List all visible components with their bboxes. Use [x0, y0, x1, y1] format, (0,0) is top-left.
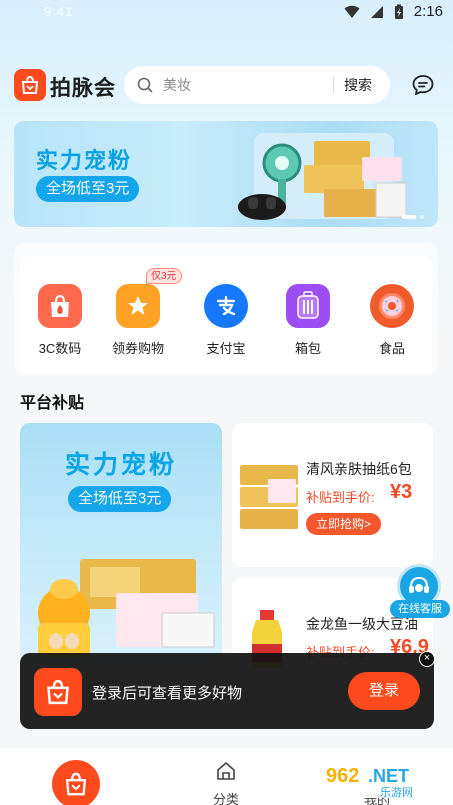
svg-text:962: 962: [326, 765, 359, 787]
banner-pagination: [402, 215, 424, 219]
online-service-button[interactable]: 在线客服: [390, 564, 452, 620]
svg-text:.NET: .NET: [368, 766, 409, 786]
category-label: 支付宝: [206, 341, 246, 356]
online-service-label: 在线客服: [390, 600, 450, 618]
banner-dot: [420, 215, 424, 219]
search-input[interactable]: 美妆: [163, 75, 333, 95]
signal-icon: [370, 5, 383, 18]
category-item-alipay[interactable]: 支付宝: [196, 284, 256, 357]
tissue-product-image: [240, 465, 298, 529]
luggage-icon: [286, 284, 330, 328]
status-time: 2:16: [413, 3, 443, 20]
nav-home-button[interactable]: [52, 760, 100, 805]
bag-logo-icon: [65, 772, 87, 796]
banner-dot-active: [402, 215, 416, 219]
login-button[interactable]: 登录: [348, 672, 420, 710]
bag-logo-icon: [34, 668, 82, 716]
status-bar: 9:41 2:16: [0, 0, 453, 26]
banner-subtitle: 全场低至3元: [36, 176, 140, 202]
promo-banner[interactable]: 实力宠粉 全场低至3元: [14, 121, 438, 227]
promo-subtitle: 全场低至3元: [68, 486, 172, 512]
product-card[interactable]: 清风亲肤抽纸6包 补贴到手价: ¥3 立即抢购>: [232, 423, 433, 567]
alipay-icon: [204, 284, 248, 328]
product-name: 清风亲肤抽纸6包: [306, 461, 412, 477]
promo-card[interactable]: 实力宠粉 全场低至3元: [20, 423, 222, 663]
category-label: 领券购物: [111, 341, 164, 356]
site-watermark: 962 .NET 乐游网: [318, 760, 450, 799]
shopping-bag-fire-icon: [38, 284, 82, 328]
ghost-time: 9:41: [44, 4, 74, 19]
svg-text:乐游网: 乐游网: [380, 786, 413, 799]
battery-icon: [394, 4, 403, 19]
category-item-food[interactable]: 食品: [362, 284, 422, 357]
star-coupon-icon: [116, 284, 160, 328]
promo-title: 实力宠粉: [64, 451, 177, 479]
promo-products-image: [38, 559, 215, 657]
close-icon[interactable]: ×: [419, 651, 435, 667]
search-icon: [137, 77, 153, 93]
price-label: 补贴到手价:: [306, 490, 375, 505]
section-title: 平台补贴: [20, 395, 85, 412]
category-label: 箱包: [294, 341, 321, 356]
nav-category-label: 分类: [212, 792, 239, 805]
product-price: ¥3: [390, 481, 413, 503]
wifi-icon: [344, 5, 360, 18]
nav-category-button[interactable]: 分类: [204, 760, 248, 805]
category-label: 食品: [378, 341, 405, 356]
banner-products-image: [238, 133, 407, 220]
category-item-luggage[interactable]: 箱包: [278, 284, 338, 357]
category-badge: 仅3元: [146, 268, 182, 284]
home-outline-icon: [217, 762, 235, 780]
category-label: 3C数码: [38, 341, 82, 356]
banner-title: 实力宠粉: [36, 148, 133, 173]
category-item-coupon[interactable]: 领券购物: [108, 284, 168, 357]
brand-name: 拍脉会: [50, 77, 116, 100]
header: 拍脉会 美妆 搜索: [0, 64, 453, 106]
status-icons: 2:16: [344, 3, 443, 20]
app-logo: [14, 69, 46, 101]
login-prompt-bar: 登录后可查看更多好物 登录: [20, 653, 434, 729]
message-icon[interactable]: [411, 73, 435, 97]
category-item-3c[interactable]: 3C数码: [30, 284, 90, 357]
donut-icon: [370, 284, 414, 328]
login-prompt-text: 登录后可查看更多好物: [92, 685, 243, 702]
buy-now-button[interactable]: 立即抢购>: [306, 513, 382, 535]
search-button[interactable]: 搜索: [334, 75, 390, 95]
search-bar[interactable]: 美妆 搜索: [124, 66, 390, 104]
bag-logo-icon: [21, 75, 39, 94]
